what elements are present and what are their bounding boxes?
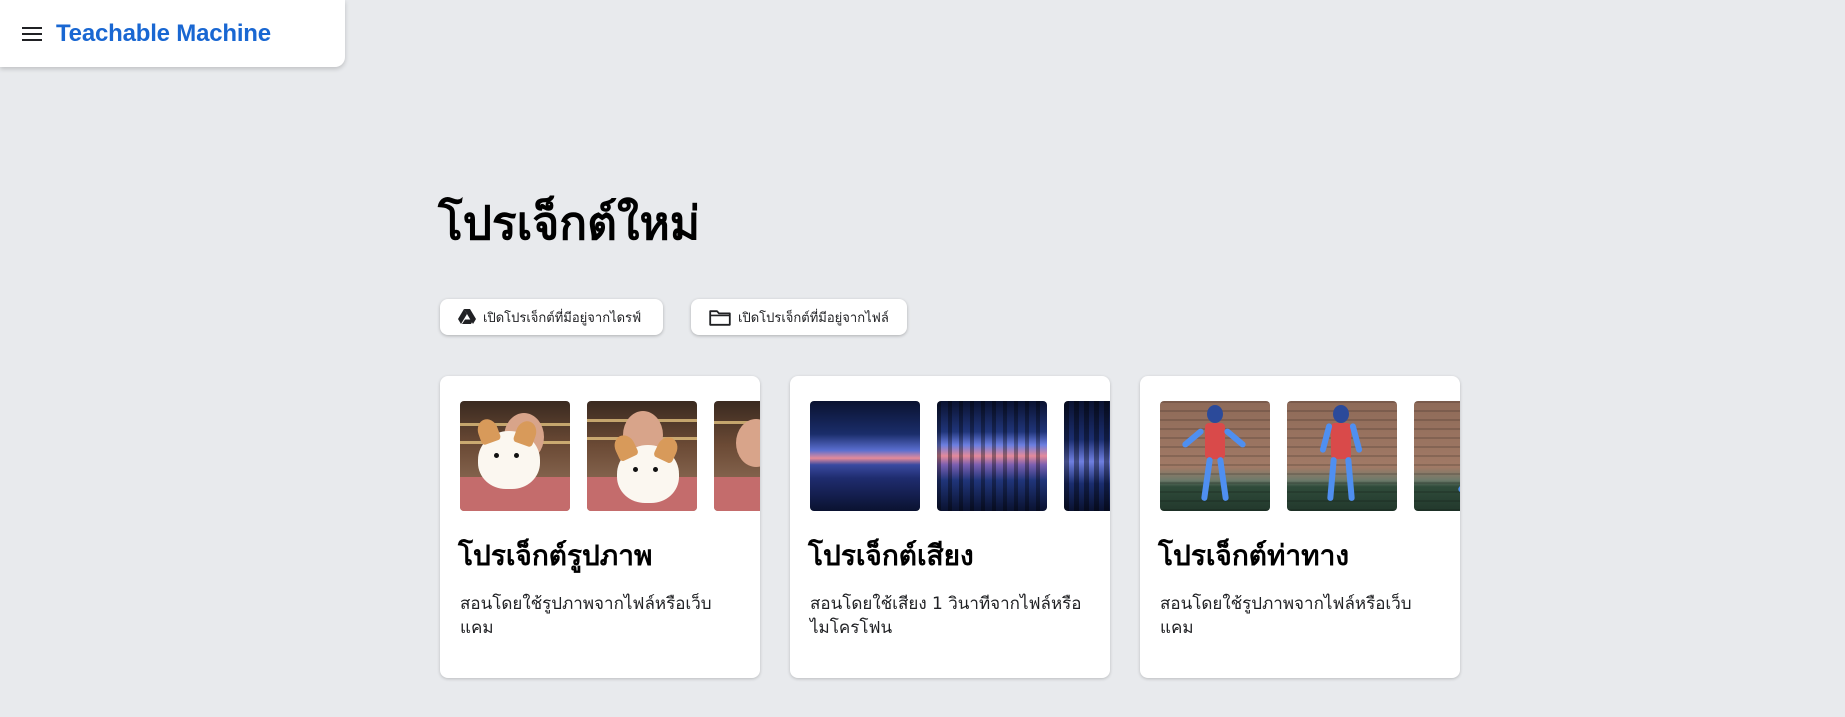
audio-project-title: โปรเจ็กต์เสียง: [808, 539, 974, 572]
image-project-card[interactable]: โปรเจ็กต์รูปภาพ สอนโดยใช้รูปภาพจากไฟล์หร…: [440, 376, 760, 678]
image-project-description: สอนโดยใช้รูปภาพจากไฟล์หรือเว็บแคม: [460, 594, 712, 638]
page-title: โปรเจ็กต์ใหม่: [438, 196, 701, 250]
pose-project-description: สอนโดยใช้รูปภาพจากไฟล์หรือเว็บแคม: [1160, 594, 1412, 638]
menu-icon[interactable]: [22, 26, 42, 41]
image-thumbnail: [714, 401, 760, 511]
image-thumbnail: [587, 401, 698, 511]
pose-thumbnail: [1287, 401, 1398, 511]
pose-thumbnail: [1160, 401, 1270, 511]
google-drive-icon: [458, 309, 476, 324]
audio-project-card[interactable]: โปรเจ็กต์เสียง สอนโดยใช้เสียง 1 วินาทีจา…: [790, 376, 1110, 678]
open-from-drive-button[interactable]: เปิดโปรเจ็กต์ที่มีอยู่จากไดรฟ์: [440, 299, 663, 335]
app-header: Teachable Machine: [0, 0, 345, 67]
spectrogram-thumbnail: [810, 401, 920, 511]
image-project-title: โปรเจ็กต์รูปภาพ: [458, 539, 653, 572]
app-brand[interactable]: Teachable Machine: [56, 20, 271, 48]
open-from-file-label: เปิดโปรเจ็กต์ที่มีอยู่จากไฟล์: [738, 310, 889, 326]
pose-project-title: โปรเจ็กต์ท่าทาง: [1158, 539, 1349, 572]
audio-project-thumbnails: [810, 401, 1110, 511]
open-from-drive-label: เปิดโปรเจ็กต์ที่มีอยู่จากไดรฟ์: [483, 310, 642, 326]
spectrogram-thumbnail: [1064, 401, 1110, 511]
pose-project-thumbnails: [1160, 401, 1460, 511]
image-thumbnail: [460, 401, 570, 511]
audio-project-description: สอนโดยใช้เสียง 1 วินาทีจากไฟล์หรือไมโครโ…: [810, 594, 1082, 638]
image-project-thumbnails: [460, 401, 760, 511]
pose-project-card[interactable]: โปรเจ็กต์ท่าทาง สอนโดยใช้รูปภาพจากไฟล์หร…: [1140, 376, 1460, 678]
spectrogram-thumbnail: [937, 401, 1048, 511]
pose-thumbnail: [1414, 401, 1460, 511]
folder-icon: [709, 309, 731, 326]
open-from-file-button[interactable]: เปิดโปรเจ็กต์ที่มีอยู่จากไฟล์: [691, 299, 907, 335]
